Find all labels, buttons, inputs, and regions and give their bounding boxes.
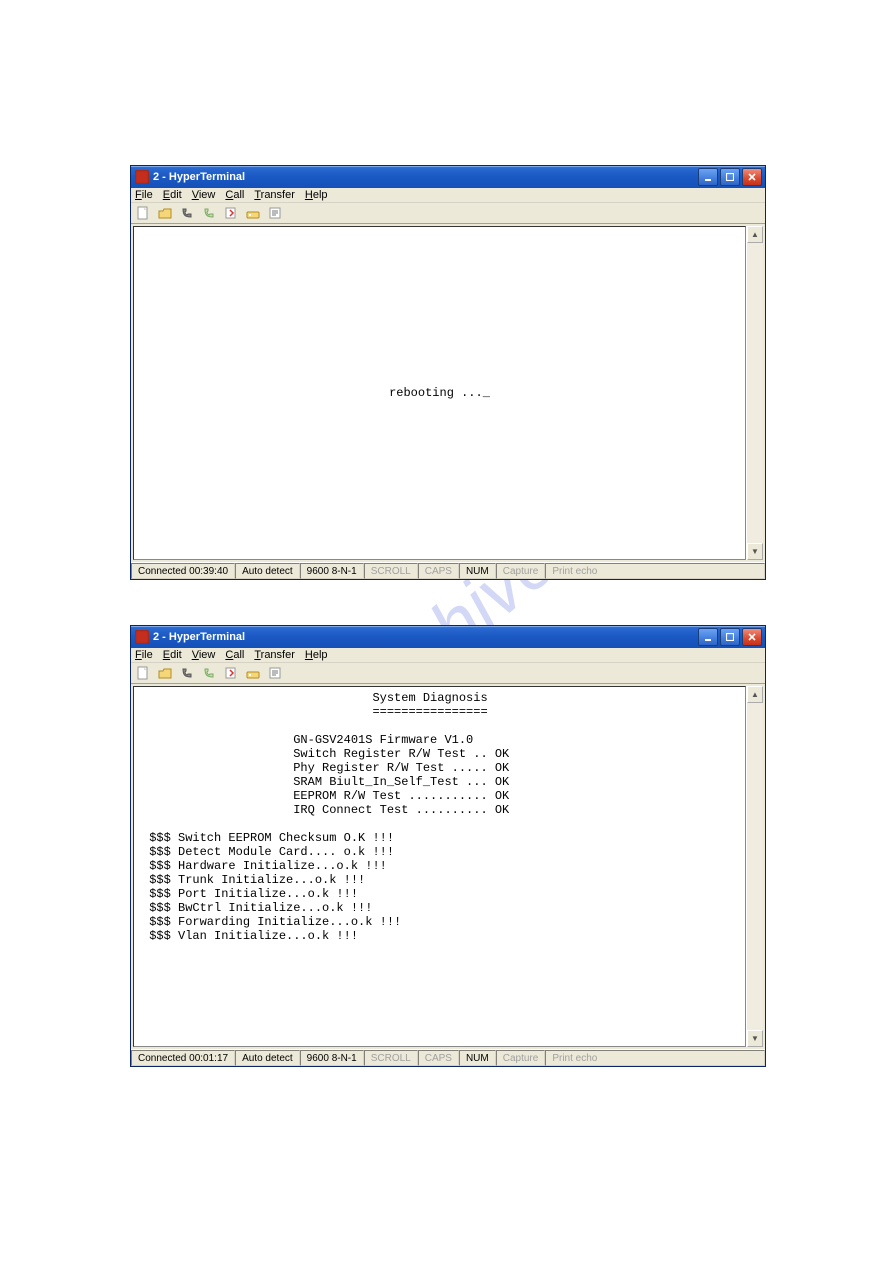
content-area: System Diagnosis ================ GN-GSV… [131, 684, 765, 1049]
menu-label: iew [199, 189, 216, 201]
scroll-track[interactable] [747, 243, 763, 543]
titlebar[interactable]: 2 - HyperTerminal [131, 626, 765, 648]
page: manualshive.com 2 - HyperTerminal File E… [0, 0, 894, 1263]
receive-icon[interactable] [245, 665, 261, 681]
send-icon[interactable] [223, 665, 239, 681]
disconnect-icon[interactable] [201, 665, 217, 681]
open-icon[interactable] [157, 665, 173, 681]
scrollbar[interactable]: ▲ ▼ [746, 226, 763, 560]
hyperterminal-window-1: 2 - HyperTerminal File Edit View Call Tr… [130, 165, 766, 580]
receive-icon[interactable] [245, 205, 261, 221]
menu-label: ransfer [261, 189, 295, 201]
menu-call[interactable]: Call [225, 189, 244, 201]
toolbar [131, 202, 765, 224]
close-icon [748, 173, 756, 181]
scrollbar[interactable]: ▲ ▼ [746, 686, 763, 1047]
status-scroll: SCROLL [364, 563, 418, 579]
status-num: NUM [459, 1050, 496, 1066]
status-capture: Capture [496, 563, 546, 579]
hyperterminal-window-2: 2 - HyperTerminal File Edit View Call Tr… [130, 625, 766, 1067]
disconnect-icon[interactable] [201, 205, 217, 221]
new-icon[interactable] [135, 205, 151, 221]
call-icon[interactable] [179, 205, 195, 221]
menu-call[interactable]: Call [225, 649, 244, 661]
status-bar: Connected 00:39:40 Auto detect 9600 8-N-… [131, 562, 765, 579]
status-capture: Capture [496, 1050, 546, 1066]
menu-label: elp [313, 189, 328, 201]
scroll-down-icon[interactable]: ▼ [747, 1030, 763, 1047]
call-icon[interactable] [179, 665, 195, 681]
menu-label: ile [142, 649, 153, 661]
window-controls [698, 168, 765, 186]
minimize-icon [704, 173, 712, 181]
window-title: 2 - HyperTerminal [153, 171, 698, 183]
status-detect: Auto detect [235, 563, 300, 579]
terminal[interactable]: System Diagnosis ================ GN-GSV… [133, 686, 746, 1047]
open-icon[interactable] [157, 205, 173, 221]
status-caps: CAPS [418, 1050, 459, 1066]
menu-help[interactable]: Help [305, 649, 328, 661]
maximize-button[interactable] [720, 628, 740, 646]
menu-file[interactable]: File [135, 649, 153, 661]
terminal[interactable]: rebooting ..._ [133, 226, 746, 560]
minimize-button[interactable] [698, 628, 718, 646]
scroll-down-icon[interactable]: ▼ [747, 543, 763, 560]
menu-bar: File Edit View Call Transfer Help [131, 648, 765, 662]
properties-icon[interactable] [267, 665, 283, 681]
menu-bar: File Edit View Call Transfer Help [131, 188, 765, 202]
minimize-icon [704, 633, 712, 641]
menu-label: ile [142, 189, 153, 201]
titlebar[interactable]: 2 - HyperTerminal [131, 166, 765, 188]
maximize-button[interactable] [720, 168, 740, 186]
menu-label: all [233, 189, 244, 201]
status-num: NUM [459, 563, 496, 579]
properties-icon[interactable] [267, 205, 283, 221]
menu-transfer[interactable]: Transfer [254, 189, 295, 201]
content-area: rebooting ..._ ▲ ▼ [131, 224, 765, 562]
close-button[interactable] [742, 168, 762, 186]
maximize-icon [726, 633, 734, 641]
menu-label: all [233, 649, 244, 661]
scroll-track[interactable] [747, 703, 763, 1030]
send-icon[interactable] [223, 205, 239, 221]
menu-view[interactable]: View [192, 189, 216, 201]
menu-label: dit [170, 189, 182, 201]
terminal-text: rebooting ..._ [389, 386, 490, 400]
menu-edit[interactable]: Edit [163, 649, 182, 661]
status-printecho: Print echo [545, 563, 765, 579]
close-icon [748, 633, 756, 641]
menu-transfer[interactable]: Transfer [254, 649, 295, 661]
menu-help[interactable]: Help [305, 189, 328, 201]
window-controls [698, 628, 765, 646]
status-scroll: SCROLL [364, 1050, 418, 1066]
toolbar [131, 662, 765, 684]
new-icon[interactable] [135, 665, 151, 681]
scroll-up-icon[interactable]: ▲ [747, 226, 763, 243]
status-caps: CAPS [418, 563, 459, 579]
app-icon [135, 630, 149, 644]
menu-file[interactable]: File [135, 189, 153, 201]
close-button[interactable] [742, 628, 762, 646]
maximize-icon [726, 173, 734, 181]
menu-label: elp [313, 649, 328, 661]
status-detect: Auto detect [235, 1050, 300, 1066]
status-printecho: Print echo [545, 1050, 765, 1066]
scroll-up-icon[interactable]: ▲ [747, 686, 763, 703]
menu-label: iew [199, 649, 216, 661]
status-baud: 9600 8-N-1 [300, 1050, 364, 1066]
minimize-button[interactable] [698, 168, 718, 186]
app-icon [135, 170, 149, 184]
menu-label: ransfer [261, 649, 295, 661]
window-title: 2 - HyperTerminal [153, 631, 698, 643]
status-bar: Connected 00:01:17 Auto detect 9600 8-N-… [131, 1049, 765, 1066]
menu-label: dit [170, 649, 182, 661]
menu-view[interactable]: View [192, 649, 216, 661]
menu-edit[interactable]: Edit [163, 189, 182, 201]
status-connected: Connected 00:39:40 [131, 563, 235, 579]
status-connected: Connected 00:01:17 [131, 1050, 235, 1066]
status-baud: 9600 8-N-1 [300, 563, 364, 579]
